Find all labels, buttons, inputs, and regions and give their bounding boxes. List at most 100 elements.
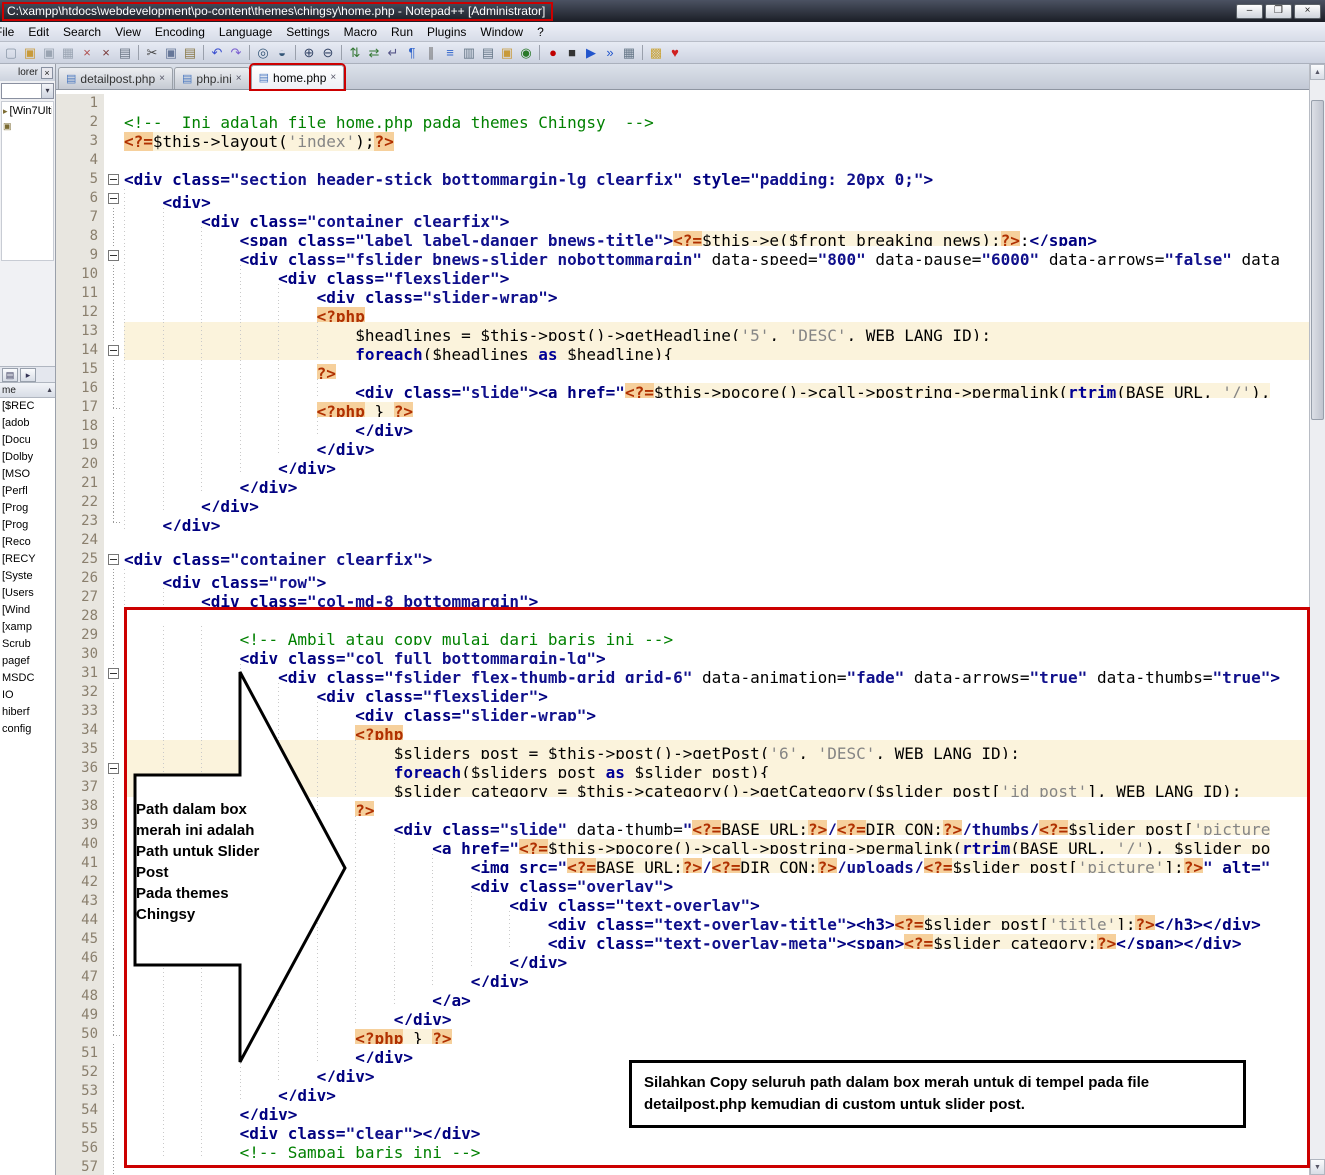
- menu-item-search[interactable]: Search: [56, 22, 108, 42]
- plugin-icon[interactable]: ▩: [647, 44, 665, 62]
- menu-item-[interactable]: ?: [530, 22, 551, 42]
- print-icon[interactable]: ▤: [116, 44, 134, 62]
- close-button[interactable]: ×: [1294, 3, 1321, 19]
- copy-icon[interactable]: ▣: [162, 44, 180, 62]
- list-item[interactable]: [Dolby: [0, 449, 55, 466]
- tab-php-ini[interactable]: ▤ php.ini ×: [173, 67, 250, 89]
- fold-toggle[interactable]: [108, 763, 119, 774]
- list-item[interactable]: [MSO: [0, 466, 55, 483]
- list-item[interactable]: [Perfl: [0, 483, 55, 500]
- fold-toggle[interactable]: [108, 554, 119, 565]
- monitoring-eye-icon[interactable]: ◉: [517, 44, 535, 62]
- tab-home-php[interactable]: ▤ home.php ×: [250, 65, 345, 89]
- menu-item-plugins[interactable]: Plugins: [420, 22, 473, 42]
- open-folder-icon[interactable]: ▣: [21, 44, 39, 62]
- find-icon[interactable]: ◎: [254, 44, 272, 62]
- scrollbar-down-button[interactable]: ▼: [1310, 1159, 1325, 1175]
- replace-icon[interactable]: ◒: [273, 44, 291, 62]
- list-item[interactable]: [Docu: [0, 432, 55, 449]
- fold-toggle[interactable]: [108, 174, 119, 185]
- maximize-button[interactable]: ❐: [1265, 3, 1292, 19]
- menu-item-file[interactable]: File: [0, 22, 21, 42]
- list-item[interactable]: [Prog: [0, 517, 55, 534]
- list-item[interactable]: [Wind: [0, 602, 55, 619]
- run-macro-multiple-icon[interactable]: »: [601, 44, 619, 62]
- indent-guide: [278, 721, 317, 740]
- tab-close-icon[interactable]: ×: [236, 73, 242, 84]
- line-number: 31: [56, 664, 104, 683]
- indent-guide-icon[interactable]: ∥: [422, 44, 440, 62]
- close-doc-icon[interactable]: ×: [78, 44, 96, 62]
- save-icon[interactable]: ▣: [40, 44, 58, 62]
- indent-guide: [355, 968, 394, 987]
- tab-close-icon[interactable]: ×: [330, 72, 336, 83]
- fold-line: [113, 360, 114, 379]
- save-macro-icon[interactable]: ▦: [620, 44, 638, 62]
- fold-toggle[interactable]: [108, 345, 119, 356]
- menu-item-run[interactable]: Run: [384, 22, 420, 42]
- minimize-button[interactable]: –: [1236, 3, 1263, 19]
- fold-toggle[interactable]: [108, 250, 119, 261]
- zoom-out-icon[interactable]: ⊖: [319, 44, 337, 62]
- document-switcher-icon[interactable]: ▤: [479, 44, 497, 62]
- tab-close-icon[interactable]: ×: [159, 73, 165, 84]
- tab-detailpost-php[interactable]: ▤ detailpost.php ×: [58, 67, 173, 89]
- stop-macro-icon[interactable]: ■: [563, 44, 581, 62]
- fold-margin: [104, 740, 124, 759]
- list-item[interactable]: pagef: [0, 653, 55, 670]
- list-item[interactable]: [Reco: [0, 534, 55, 551]
- undo-icon[interactable]: ↶: [208, 44, 226, 62]
- list-item[interactable]: IO: [0, 687, 55, 704]
- explorer-drive-combo[interactable]: ▾: [1, 83, 54, 99]
- explorer-list-header[interactable]: me ▲: [0, 383, 55, 398]
- explorer-tool-button-1[interactable]: ▤: [2, 368, 18, 382]
- list-item[interactable]: [Prog: [0, 500, 55, 517]
- close-all-icon[interactable]: ×: [97, 44, 115, 62]
- list-item[interactable]: [RECY: [0, 551, 55, 568]
- redo-icon[interactable]: ↷: [227, 44, 245, 62]
- fold-toggle[interactable]: [108, 193, 119, 204]
- word-wrap-icon[interactable]: ↵: [384, 44, 402, 62]
- scrollbar-thumb[interactable]: [1311, 100, 1324, 420]
- function-list-icon[interactable]: ≡: [441, 44, 459, 62]
- menu-item-encoding[interactable]: Encoding: [148, 22, 212, 42]
- menu-item-window[interactable]: Window: [473, 22, 530, 42]
- tree-item[interactable]: ▣: [3, 119, 52, 134]
- indent-guide: [162, 360, 202, 379]
- menu-item-settings[interactable]: Settings: [279, 22, 336, 42]
- menu-item-edit[interactable]: Edit: [21, 22, 56, 42]
- list-item[interactable]: Scrub: [0, 636, 55, 653]
- menu-item-language[interactable]: Language: [212, 22, 279, 42]
- sync-vertical-icon[interactable]: ⇅: [346, 44, 364, 62]
- panel-close-button[interactable]: ×: [41, 66, 53, 79]
- list-item[interactable]: MSDC: [0, 670, 55, 687]
- tree-item[interactable]: ▸[Win7Ultim: [3, 104, 52, 119]
- list-item[interactable]: config: [0, 721, 55, 738]
- save-all-icon[interactable]: ▦: [59, 44, 77, 62]
- list-item[interactable]: [Syste: [0, 568, 55, 585]
- scrollbar-up-button[interactable]: ▲: [1310, 64, 1325, 80]
- fold-toggle[interactable]: [108, 668, 119, 679]
- document-map-icon[interactable]: ▥: [460, 44, 478, 62]
- sync-horizontal-icon[interactable]: ⇄: [365, 44, 383, 62]
- list-item[interactable]: [adob: [0, 415, 55, 432]
- new-file-icon[interactable]: ▢: [2, 44, 20, 62]
- record-macro-icon[interactable]: ●: [544, 44, 562, 62]
- editor[interactable]: 1 2 <!-- Ini adalah file home.php pada the…: [56, 90, 1309, 1175]
- list-item[interactable]: [$REC: [0, 398, 55, 415]
- show-all-characters-icon[interactable]: ¶: [403, 44, 421, 62]
- paste-icon[interactable]: ▤: [181, 44, 199, 62]
- list-item[interactable]: [Users: [0, 585, 55, 602]
- explorer-tool-button-2[interactable]: ▸: [20, 368, 36, 382]
- plugin-heart-icon[interactable]: ♥: [666, 44, 684, 62]
- list-item[interactable]: [xamp: [0, 619, 55, 636]
- cut-icon[interactable]: ✂: [143, 44, 161, 62]
- zoom-in-icon[interactable]: ⊕: [300, 44, 318, 62]
- menu-item-view[interactable]: View: [108, 22, 148, 42]
- play-macro-icon[interactable]: ▶: [582, 44, 600, 62]
- menu-item-macro[interactable]: Macro: [337, 22, 384, 42]
- folder-as-workspace-icon[interactable]: ▣: [498, 44, 516, 62]
- vertical-scrollbar[interactable]: ▲ ▼: [1309, 64, 1325, 1175]
- scroll-up-icon[interactable]: ▲: [46, 387, 53, 394]
- list-item[interactable]: hiberf: [0, 704, 55, 721]
